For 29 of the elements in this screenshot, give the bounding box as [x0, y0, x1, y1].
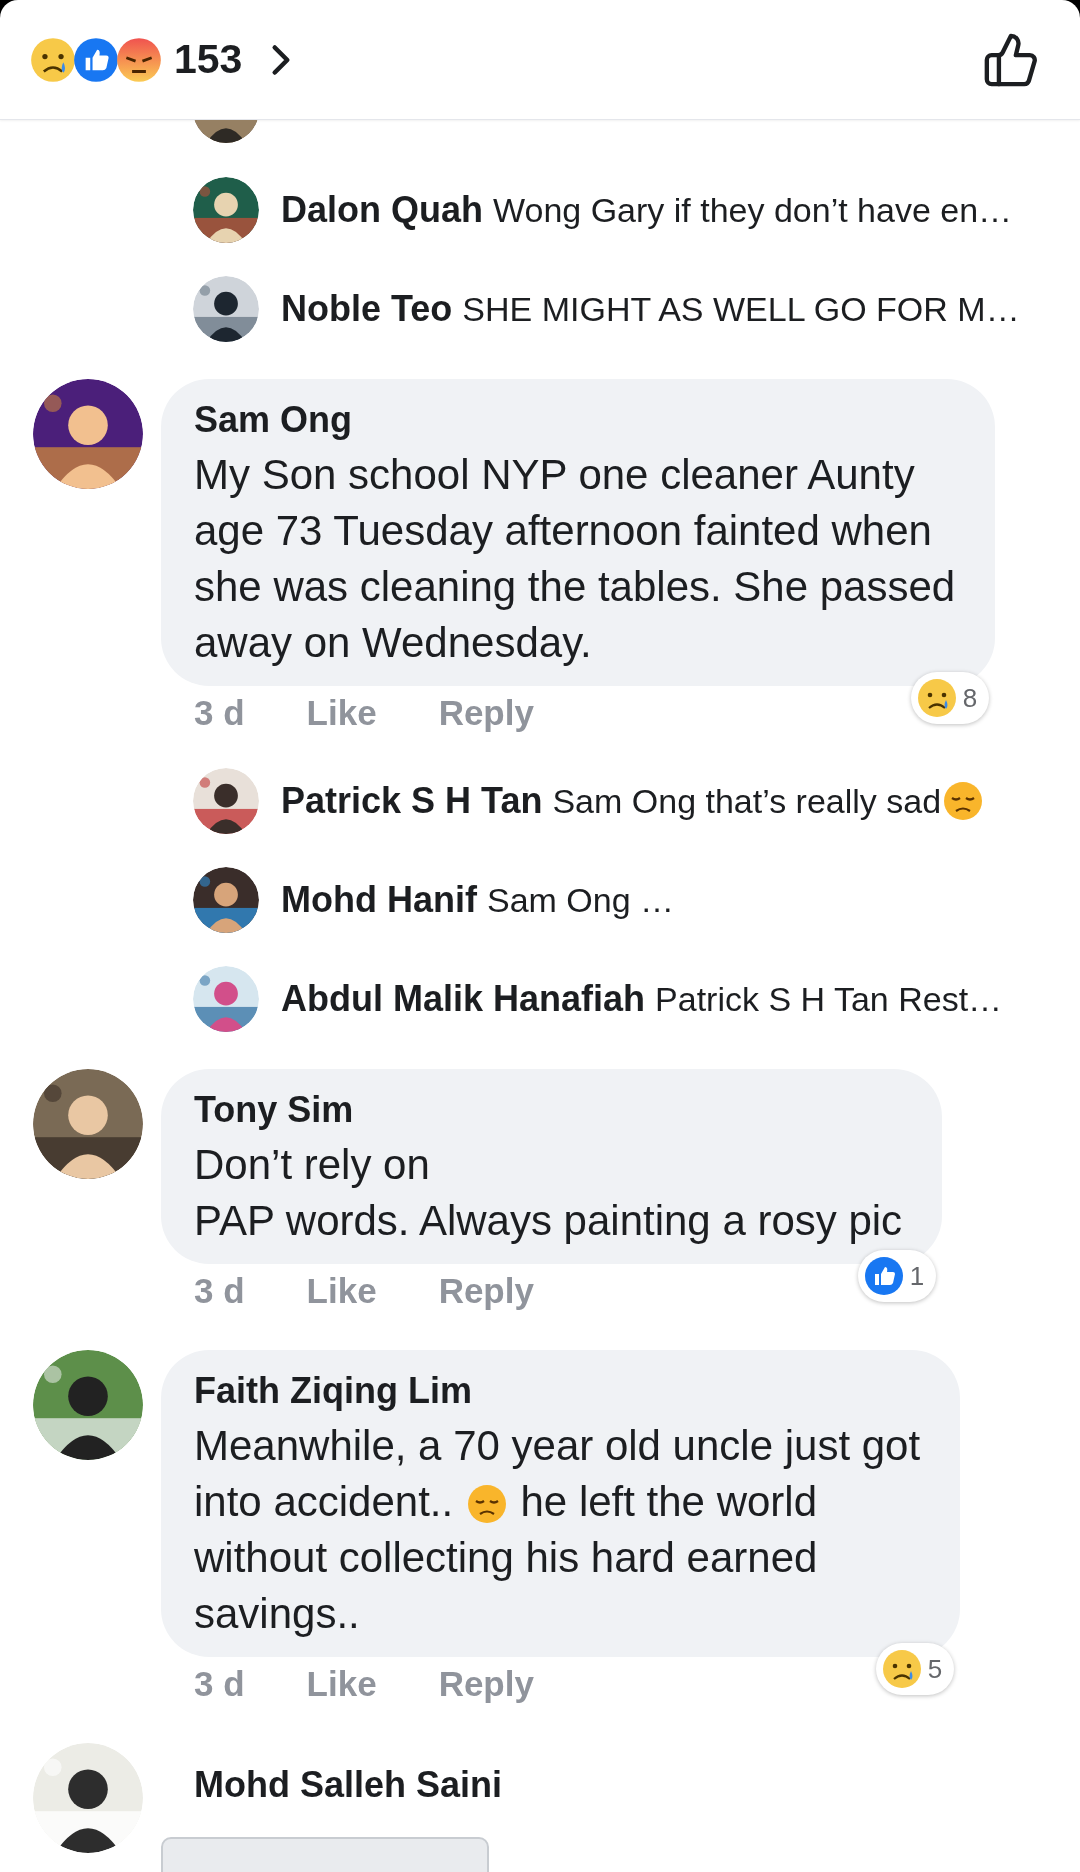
reply-text: Sam Ong that’s really sad [552, 775, 986, 827]
reaction-badge[interactable]: 8 [910, 672, 990, 724]
commenter-name[interactable]: Sam Ong [194, 398, 956, 442]
reaction-count: 1 [909, 1259, 925, 1293]
commenter-name[interactable]: Dalon Quah [281, 183, 483, 237]
commenter-name[interactable]: Mohd Salleh Saini [161, 1743, 503, 1807]
commenter-name[interactable]: Abdul Malik Hanafiah [281, 972, 646, 1026]
commenter-name[interactable]: Patrick S H Tan [281, 774, 543, 828]
commenter-name[interactable]: Tony Sim [194, 1088, 903, 1132]
sad-face-icon [466, 1484, 507, 1524]
comment-text: My Son school NYP one cleaner Aunty age 73 Tuesday afternoon fainted when she was cleaning the tables. She passed away on Wednesday. [194, 450, 956, 668]
comment-text: Don’t rely on PAP words. Always painting a rosy pic [194, 1140, 903, 1246]
reaction-count: 5 [927, 1652, 943, 1686]
commenter-name[interactable]: Noble Teo [281, 282, 453, 336]
sad-face-icon [943, 780, 984, 821]
reply-text: Wong Gary if they don’t have en… [493, 189, 1013, 231]
reaction-total[interactable]: 153 [174, 28, 243, 91]
comment-time: 3 d [194, 692, 245, 734]
reply-text: Patrick S H Tan Rest… [655, 978, 1003, 1020]
comment-time: 3 d [194, 1663, 245, 1705]
comment-time: 3 d [194, 1270, 245, 1312]
commenter-name[interactable]: Mohd Hanif [281, 873, 477, 927]
reaction-count: 8 [962, 681, 978, 715]
reply-text: SHE MIGHT AS WELL GO FOR M… [462, 288, 1020, 330]
reply-text: Sam Ong … [486, 879, 675, 921]
commenter-name[interactable]: Faith Ziqing Lim [194, 1369, 921, 1413]
reaction-badge[interactable]: 1 [857, 1250, 937, 1302]
reaction-badge[interactable]: 5 [875, 1643, 955, 1695]
comment-text: Meanwhile, a 70 year old uncle just got into accident.. he left the world without collecting his hard earned savings.. [194, 1421, 921, 1639]
